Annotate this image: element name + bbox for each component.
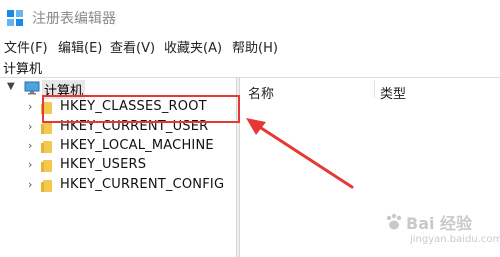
address-path[interactable]: 计算机 <box>3 58 42 77</box>
computer-icon <box>24 81 40 95</box>
column-header-type[interactable]: 类型 <box>380 83 406 102</box>
expand-arrow-icon[interactable]: › <box>28 139 32 152</box>
tree-item-label[interactable]: HKEY_LOCAL_MACHINE <box>60 138 214 153</box>
watermark-text: Bai 经验 <box>406 214 473 233</box>
address-bar[interactable]: 计算机 <box>0 57 500 78</box>
collapse-arrow-icon[interactable]: ▼ <box>7 81 15 92</box>
column-header-name[interactable]: 名称 <box>248 83 274 102</box>
menu-help[interactable]: 帮助(H) <box>232 37 278 56</box>
column-divider[interactable] <box>374 80 375 98</box>
folder-icon <box>41 160 52 172</box>
watermark-url: jingyan.baidu.com <box>410 234 500 245</box>
menu-view[interactable]: 查看(V) <box>110 37 155 56</box>
tree-item-hkey-current-config[interactable]: › HKEY_CURRENT_CONFIG <box>0 176 236 195</box>
tree-item-label[interactable]: HKEY_CURRENT_CONFIG <box>60 177 224 192</box>
tree-item-hkey-local-machine[interactable]: › HKEY_LOCAL_MACHINE <box>0 137 236 156</box>
folder-icon <box>41 122 52 134</box>
tree-item-hkey-users[interactable]: › HKEY_USERS <box>0 156 236 175</box>
menu-edit[interactable]: 编辑(E) <box>58 37 102 56</box>
title-bar: 注册表编辑器 <box>0 0 500 34</box>
expand-arrow-icon[interactable]: › <box>28 100 32 113</box>
watermark-logo: Bai 经验 jingyan.baidu.com <box>380 208 500 254</box>
menu-favorites[interactable]: 收藏夹(A) <box>164 37 222 56</box>
annotation-highlight-box <box>42 95 240 123</box>
tree-item-label[interactable]: HKEY_USERS <box>60 157 146 172</box>
folder-icon <box>41 180 52 192</box>
folder-icon <box>41 141 52 153</box>
menu-file[interactable]: 文件(F) <box>4 37 48 56</box>
window-title: 注册表编辑器 <box>32 11 116 27</box>
paw-icon <box>386 213 402 230</box>
expand-arrow-icon[interactable]: › <box>28 120 32 133</box>
menu-bar: 文件(F) 编辑(E) 查看(V) 收藏夹(A) 帮助(H) <box>0 34 500 56</box>
expand-arrow-icon[interactable]: › <box>28 158 32 171</box>
regedit-icon <box>7 10 23 26</box>
expand-arrow-icon[interactable]: › <box>28 178 32 191</box>
